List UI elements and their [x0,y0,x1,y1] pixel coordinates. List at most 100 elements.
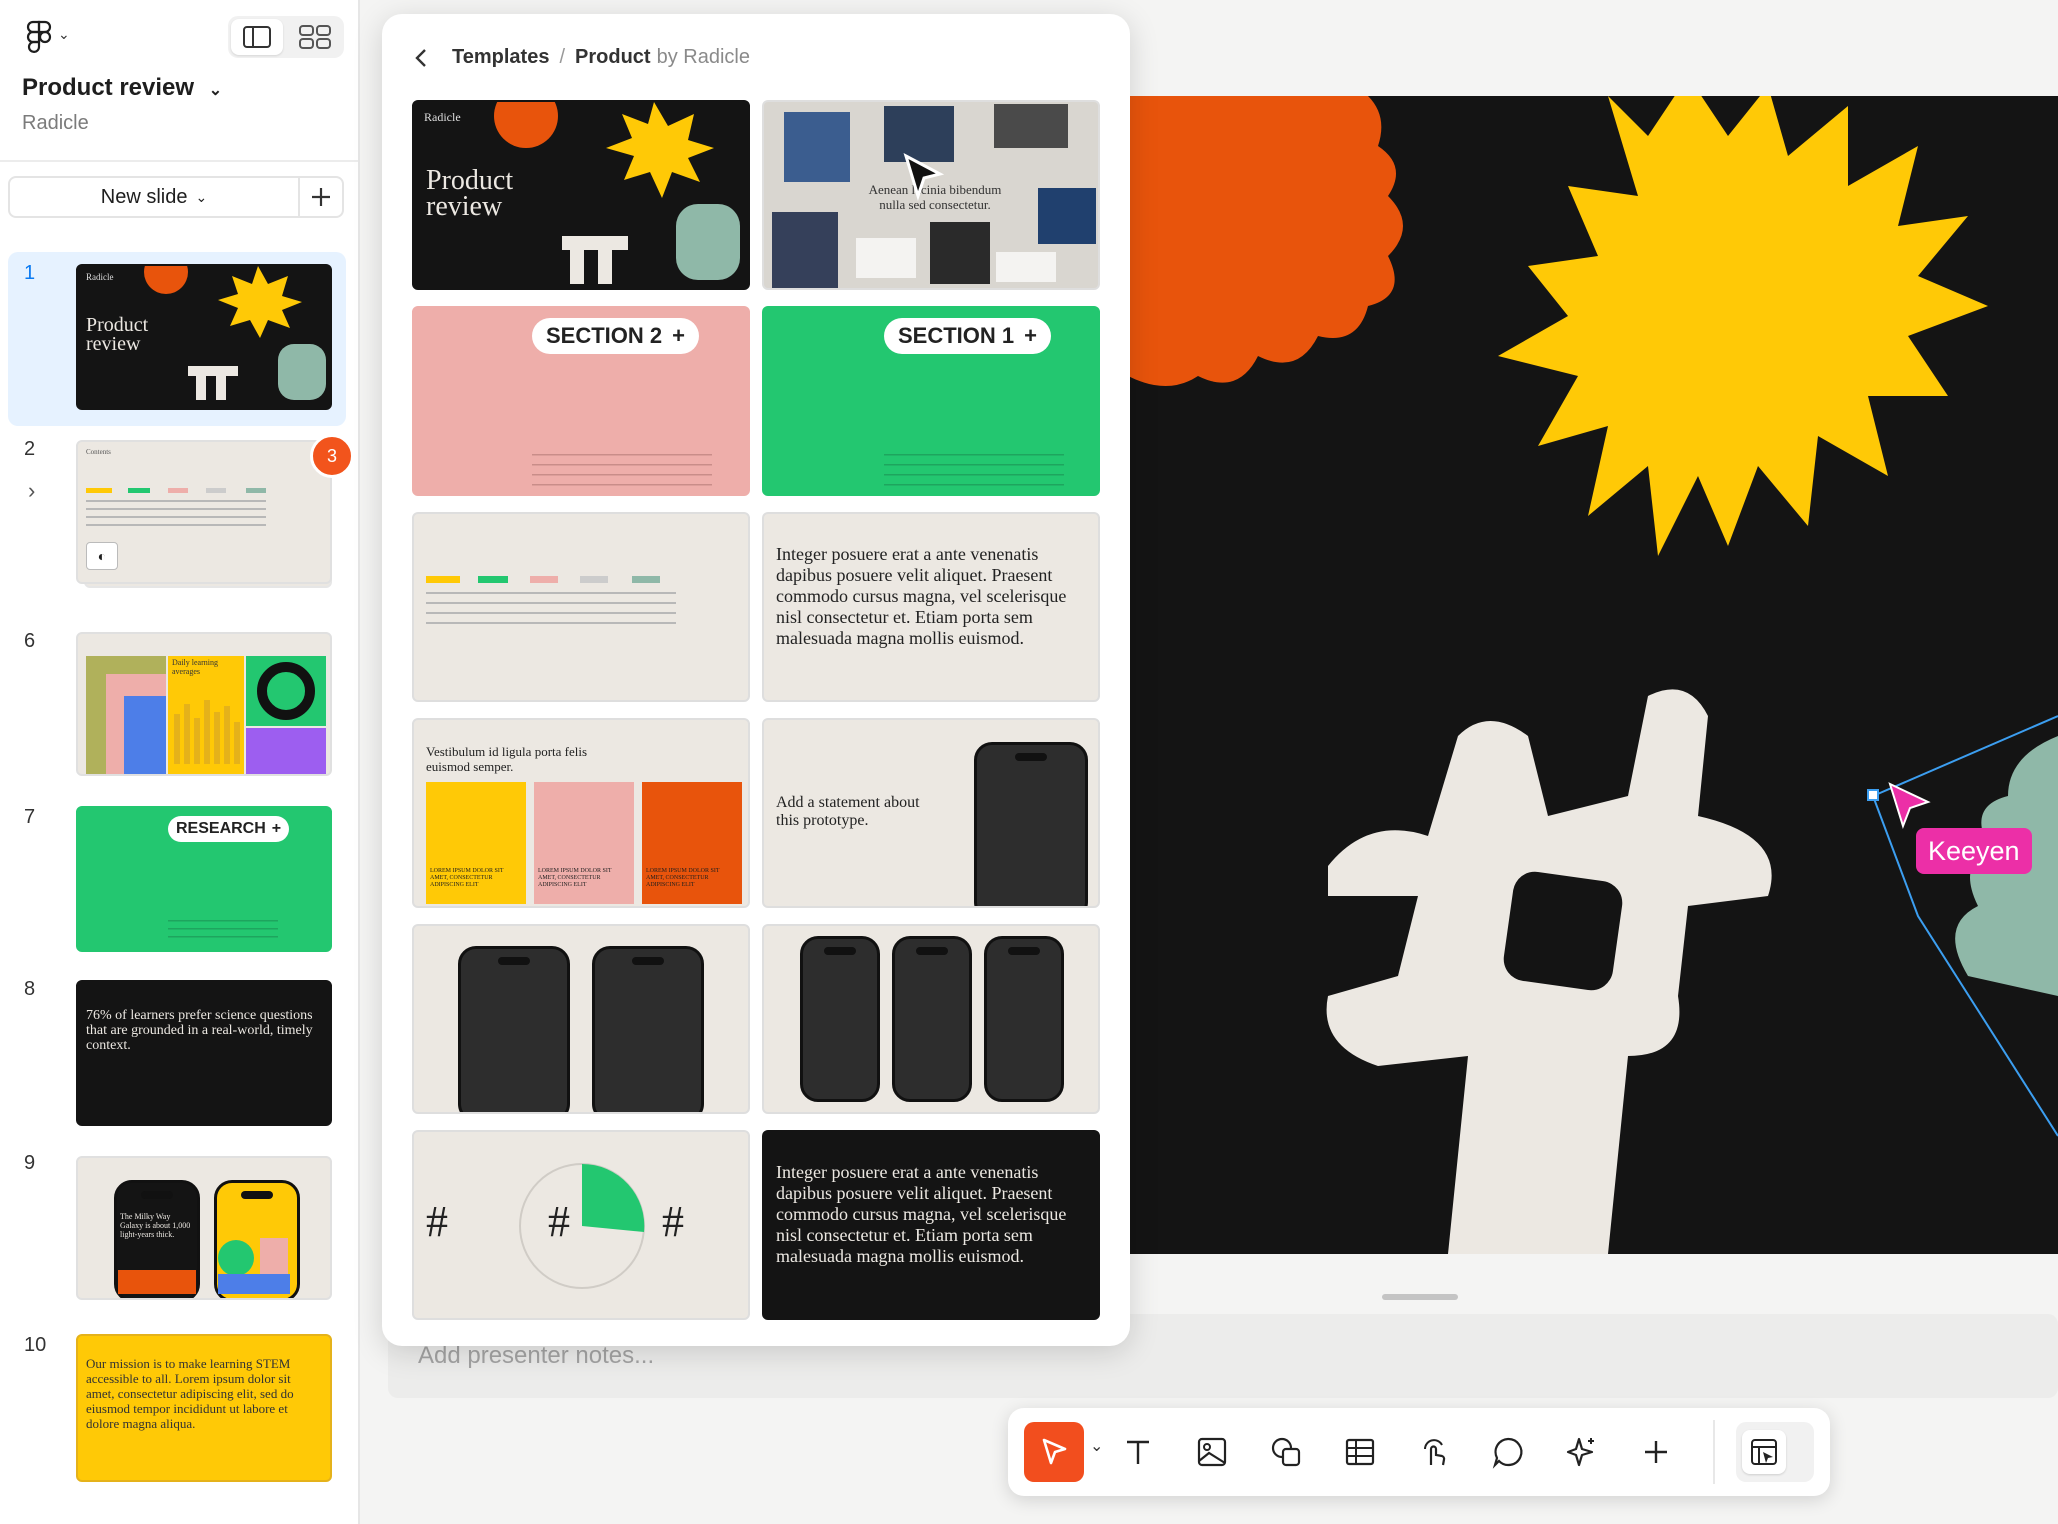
slide-caption: Daily learning averages [172,658,218,676]
template-three-phones[interactable] [762,924,1100,1114]
swatch-caption: LOREM IPSUM DOLOR SIT AMET, CONSECTETUR … [430,868,504,888]
chevron-down-icon: ⌄ [195,188,208,205]
slide-number: 2 [24,438,36,460]
shapes-icon [1271,1437,1301,1467]
text-tool-button[interactable] [1108,1422,1168,1482]
plus-icon [1645,1441,1667,1463]
charts-graphic [86,656,326,774]
slide-title: Product review [86,314,149,355]
add-slide-button[interactable] [298,178,342,216]
menu-chevron-down-icon[interactable]: ⌄ [58,26,70,43]
slide-canvas[interactable] [1128,96,2058,1254]
presenter-notes-placeholder: Add presenter notes... [418,1342,655,1369]
slide-number: 9 [24,1152,36,1174]
template-cover[interactable]: Radicle Product review [412,100,750,290]
back-chevron-icon[interactable] [412,47,432,69]
shape-tool-button[interactable] [1256,1422,1316,1482]
template-contents[interactable] [412,512,750,702]
tap-hand-icon [1424,1439,1446,1466]
pink-swatch: LOREM IPSUM DOLOR SIT AMET, CONSECTETUR … [534,782,634,904]
phone-mockup [458,946,570,1112]
bottom-toolbar: ⌄ [1008,1408,1830,1496]
title-chevron-down-icon[interactable]: ⌄ [209,82,222,99]
toggle-icon: ◐ [86,542,118,570]
document-title[interactable]: Product review ⌄ [22,74,222,102]
pie-graphic [519,1163,645,1289]
comment-tool-button[interactable] [1478,1422,1538,1482]
view-toggle [228,16,344,58]
move-tool-button[interactable] [1024,1422,1084,1482]
plus-icon [312,188,330,206]
notes-resize-handle[interactable] [1382,1294,1458,1300]
slide-thumbnail-2[interactable]: Contents ◐ [76,440,332,584]
new-slide-label: New slide [100,185,188,208]
slide-thumbnail-8[interactable]: 76% of learners prefer science questions… [76,980,332,1126]
figma-logo-icon[interactable] [24,20,54,56]
tool-chevron-down-icon[interactable]: ⌄ [1090,1436,1103,1456]
phone-mockup [984,936,1064,1102]
slide-count-badge: 3 [310,434,354,478]
orange-swatch: LOREM IPSUM DOLOR SIT AMET, CONSECTETUR … [642,782,742,904]
pointer-icon [1042,1438,1067,1465]
template-brand: Radicle [424,110,461,124]
add-tool-button[interactable] [1626,1422,1686,1482]
cover-artwork [1128,96,2058,1254]
new-slide-control: New slide ⌄ [8,176,344,218]
mouse-pointer-icon [903,152,945,201]
grid-view-icon [299,25,331,49]
stat-hash: # [662,1197,684,1246]
single-view-button[interactable] [231,19,283,55]
stat-hash: # [548,1197,570,1246]
template-section-1[interactable]: SECTION 1 + [762,306,1100,496]
slide-number: 8 [24,978,36,1000]
sparkle-icon [1566,1437,1594,1467]
grid-view-button[interactable] [289,19,341,55]
slide-thumbnail-6[interactable]: Daily learning averages [76,632,332,776]
slides-sidebar: ⌄ Product review ⌄ Radicle New slide ⌄ 1 … [0,0,360,1524]
slide-fact: The Milky Way Galaxy is about 1,000 ligh… [120,1212,191,1239]
slide-number: 6 [24,630,36,652]
template-dark-text[interactable]: Integer posuere erat a ante venenatis da… [762,1130,1100,1320]
template-paragraph: Integer posuere erat a ante venenatis da… [776,544,1067,648]
ai-tool-button[interactable] [1552,1422,1612,1482]
template-stats[interactable]: # # # [412,1130,750,1320]
image-icon [1197,1437,1227,1467]
sidebar-header: ⌄ Product review ⌄ Radicle [0,0,358,162]
swatch-caption: LOREM IPSUM DOLOR SIT AMET, CONSECTETUR … [538,868,612,888]
slide-brand: Radicle [86,272,114,282]
phone-mockup [592,946,704,1112]
image-tool-button[interactable] [1182,1422,1242,1482]
phones-graphic [118,1238,290,1294]
slide-thumbnail-10[interactable]: Our mission is to make learning STEM acc… [76,1334,332,1482]
template-body-text[interactable]: Integer posuere erat a ante venenatis da… [762,512,1100,702]
template-heading: Vestibulum id ligula porta felis euismod… [426,744,588,774]
breadcrumb-author: by Radicle [656,46,750,68]
toolbar-divider [1713,1420,1715,1484]
slide-number: 7 [24,806,36,828]
sidebar-view-icon [243,26,271,48]
new-slide-button[interactable]: New slide ⌄ [10,178,298,216]
slide-thumbnail-1[interactable]: Radicle Product review [76,264,332,410]
template-two-phones[interactable] [412,924,750,1114]
slide-thumbnail-9[interactable]: The Milky Way Galaxy is about 1,000 ligh… [76,1156,332,1300]
slide-number: 1 [24,262,36,284]
template-swatches[interactable]: Vestibulum id ligula porta felis euismod… [412,718,750,908]
slide-quote: 76% of learners prefer science questions… [86,1008,313,1053]
slide-mission: Our mission is to make learning STEM acc… [86,1356,294,1431]
dev-mode-toggle[interactable] [1736,1422,1814,1482]
table-tool-button[interactable] [1330,1422,1390,1482]
slide-number: 10 [24,1334,47,1356]
comment-icon [1492,1437,1523,1469]
templates-panel: Templates / Product by Radicle Radicle P… [382,14,1130,1346]
phone-mockup [974,742,1088,906]
interact-tool-button[interactable] [1404,1422,1464,1482]
dev-mode-icon [1751,1439,1777,1465]
template-title: Product review [426,165,514,222]
breadcrumb-templates-link[interactable]: Templates [452,46,549,69]
expand-chevron-right-icon[interactable]: › [28,478,35,504]
slide-thumbnail-7[interactable]: RESEARCH + [76,806,332,952]
template-section-2[interactable]: SECTION 2 + [412,306,750,496]
yellow-swatch: LOREM IPSUM DOLOR SIT AMET, CONSECTETUR … [426,782,526,904]
template-statement[interactable]: Add a statement about this prototype. [762,718,1100,908]
dev-mode-knob [1742,1430,1786,1474]
